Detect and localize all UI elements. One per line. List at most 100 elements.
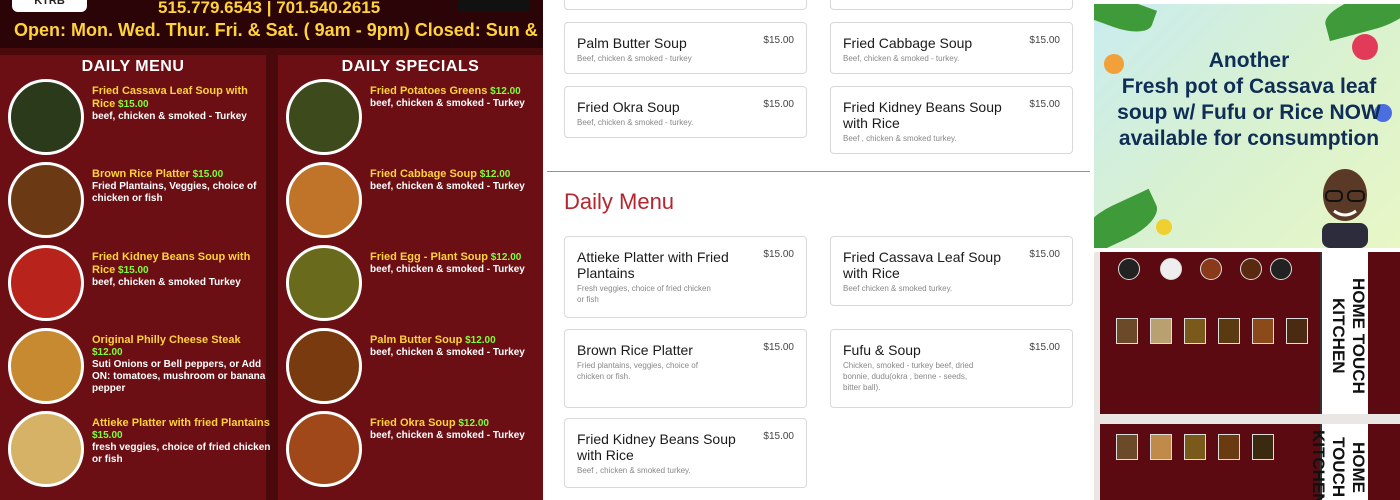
menu-card-attieke-platter[interactable]: Attieke Platter with Fried Plantains $15… xyxy=(564,236,807,318)
dish-price: $15.00 xyxy=(118,99,149,110)
menu-thumbnail xyxy=(1252,434,1274,460)
dish-name: Fried Kidney Beans Soup with Rice xyxy=(92,251,251,276)
dish-name: Brown Rice Platter xyxy=(92,168,190,180)
menu-card-fried-kidney-beans-soup[interactable]: Fried Kidney Beans Soup with Rice $15.00… xyxy=(830,86,1073,154)
menu-card-fried-kidney-beans-soup-2[interactable]: Fried Kidney Beans Soup with Rice $15.00… xyxy=(564,418,807,488)
card-title: Fried Kidney Beans Soup with Rice xyxy=(843,99,1002,131)
bee-decoration xyxy=(1156,219,1172,235)
dish-photo xyxy=(286,162,362,238)
menu-thumbnail xyxy=(1160,258,1182,280)
card-price: $15.00 xyxy=(763,431,794,442)
dish-name: Palm Butter Soup xyxy=(370,334,463,346)
printed-menu-photo[interactable]: HOME TOUCH KITCHEN HOME TOUCH KITCHEN xyxy=(1094,252,1400,500)
dish-text: Original Philly Cheese Steak $12.00 Suti … xyxy=(92,334,272,395)
dish-description: Fried Plantains, Veggies, choice of chic… xyxy=(92,181,257,204)
dish-name: Original Philly Cheese Steak xyxy=(92,334,241,346)
printed-menu-title: HOME TOUCH KITCHEN xyxy=(1309,424,1368,500)
promo-headline: Another Fresh pot of Cassava leaf soup w… xyxy=(1114,48,1384,152)
avatar-icon xyxy=(1322,169,1368,248)
menu-card-fried-cabbage-soup[interactable]: Fried Cabbage Soup $15.00 Beef, chicken … xyxy=(830,22,1073,74)
dish-description: beef, chicken & smoked - Turkey xyxy=(370,181,525,192)
card-description: Beef , chicken & smoked turkey. xyxy=(843,134,957,143)
card-description: Beef, chicken & smoked - turkey xyxy=(577,54,692,63)
promo-line-2: Fresh pot of Cassava leaf soup w/ Fufu o… xyxy=(1117,75,1381,150)
dish-photo xyxy=(8,328,84,404)
card-price: $15.00 xyxy=(1029,342,1060,353)
menu-thumbnail xyxy=(1118,258,1140,280)
menu-thumbnail xyxy=(1184,434,1206,460)
menu-card-brown-rice-platter[interactable]: Brown Rice Platter $15.00 Fried plantain… xyxy=(564,329,807,408)
social-qr-icon xyxy=(458,0,530,12)
flyer-dish-item: Fried Potatoes Greens $12.00 beef, chicke… xyxy=(286,79,542,159)
card-description: Chicken, smoked - turkey beef, dried bon… xyxy=(843,361,974,392)
dish-name: Fried Okra Soup xyxy=(370,417,456,429)
dish-price: $12.00 xyxy=(490,86,521,97)
menu-card-partial[interactable] xyxy=(830,0,1073,10)
dish-name: Fried Egg - Plant Soup xyxy=(370,251,488,263)
dish-price: $12.00 xyxy=(465,335,496,346)
dish-name: Fried Potatoes Greens xyxy=(370,85,488,97)
menu-thumbnail xyxy=(1184,318,1206,344)
card-title: Brown Rice Platter xyxy=(577,342,693,358)
flyer-dish-item: Brown Rice Platter $15.00 Fried Plantains… xyxy=(8,162,264,242)
card-description: Beef, chicken & smoked - turkey. xyxy=(843,54,960,63)
card-title: Fufu & Soup xyxy=(843,342,921,358)
dish-price: $15.00 xyxy=(118,265,149,276)
card-description: Beef chicken & smoked turkey. xyxy=(843,284,953,293)
flyer-phone-numbers: 515.779.6543 | 701.540.2615 xyxy=(158,0,381,17)
dish-description: fresh veggies, choice of fried chicken o… xyxy=(92,442,271,465)
menu-flyer-image[interactable]: KTRB 515.779.6543 | 701.540.2615 Open: M… xyxy=(0,0,543,500)
dish-description: beef, chicken & smoked - Turkey xyxy=(370,430,525,441)
daily-menu-heading: DAILY MENU xyxy=(81,58,185,75)
dish-description: beef, chicken & smoked - Turkey xyxy=(92,111,247,122)
dish-description: beef, chicken & smoked - Turkey xyxy=(370,264,525,275)
daily-specials-heading: DAILY SPECIALS xyxy=(341,58,480,75)
printed-menu-sheet: HOME TOUCH KITCHEN xyxy=(1100,424,1400,500)
menu-card-fried-okra-soup[interactable]: Fried Okra Soup $15.00 Beef, chicken & s… xyxy=(564,86,807,138)
dish-name: Fried Cabbage Soup xyxy=(370,168,477,180)
promo-announcement-image[interactable]: Another Fresh pot of Cassava leaf soup w… xyxy=(1094,4,1400,248)
card-price: $15.00 xyxy=(1029,35,1060,46)
card-title: Palm Butter Soup xyxy=(577,35,687,51)
menu-thumbnail xyxy=(1252,318,1274,344)
printed-menu-sheet: HOME TOUCH KITCHEN xyxy=(1100,252,1400,414)
menu-thumbnail xyxy=(1150,318,1172,344)
flyer-dish-item: Fried Cassava Leaf Soup with Rice $15.00… xyxy=(8,79,264,159)
card-description: Fried plantains, veggies, choice of chic… xyxy=(577,361,698,381)
flyer-dish-item: Fried Okra Soup $12.00 beef, chicken & sm… xyxy=(286,411,542,491)
menu-card-fried-cassava-leaf-soup[interactable]: Fried Cassava Leaf Soup with Rice $15.00… xyxy=(830,236,1073,306)
flyer-dish-item: Fried Cabbage Soup $12.00 beef, chicken &… xyxy=(286,162,542,242)
printed-menu-title: HOME TOUCH KITCHEN xyxy=(1320,252,1368,414)
menu-card-partial[interactable] xyxy=(564,0,807,10)
card-price: $15.00 xyxy=(763,35,794,46)
menu-thumbnail xyxy=(1218,434,1240,460)
leaf-decoration xyxy=(1094,188,1164,248)
card-title: Fried Okra Soup xyxy=(577,99,680,115)
dish-photo xyxy=(286,411,362,487)
dish-description: Suti Onions or Bell peppers, or Add ON: … xyxy=(92,359,266,394)
dish-text: Fried Kidney Beans Soup with Rice $15.00… xyxy=(92,251,272,289)
card-title: Fried Cabbage Soup xyxy=(843,35,973,51)
menu-thumbnail xyxy=(1116,434,1138,460)
card-price: $15.00 xyxy=(1029,99,1060,110)
dish-text: Palm Butter Soup $12.00 beef, chicken & s… xyxy=(370,334,543,359)
flyer-dish-item: Original Philly Cheese Steak $12.00 Suti … xyxy=(8,328,265,408)
dish-price: $12.00 xyxy=(458,418,489,429)
dish-name: Fried Cassava Leaf Soup with Rice xyxy=(92,85,248,110)
menu-thumbnail xyxy=(1240,258,1262,280)
dish-text: Fried Cassava Leaf Soup with Rice $15.00… xyxy=(92,85,272,123)
dish-text: Fried Cabbage Soup $12.00 beef, chicken &… xyxy=(370,168,543,193)
leaf-decoration xyxy=(1094,4,1158,40)
card-price: $15.00 xyxy=(763,342,794,353)
menu-card-palm-butter-soup[interactable]: Palm Butter Soup $15.00 Beef, chicken & … xyxy=(564,22,807,74)
flyer-logo-badge: KTRB xyxy=(12,0,87,12)
menu-thumbnail xyxy=(1286,318,1308,344)
dish-photo xyxy=(8,162,84,238)
card-description: Beef, chicken & smoked - turkey. xyxy=(577,118,694,127)
menu-thumbnail xyxy=(1270,258,1292,280)
dish-text: Fried Okra Soup $12.00 beef, chicken & sm… xyxy=(370,417,543,442)
dish-text: Attieke Platter with fried Plantains $15… xyxy=(92,417,272,466)
dish-description: beef, chicken & smoked - Turkey xyxy=(370,347,525,358)
menu-card-fufu-and-soup[interactable]: Fufu & Soup $15.00 Chicken, smoked - tur… xyxy=(830,329,1073,408)
menu-thumbnail xyxy=(1218,318,1240,344)
